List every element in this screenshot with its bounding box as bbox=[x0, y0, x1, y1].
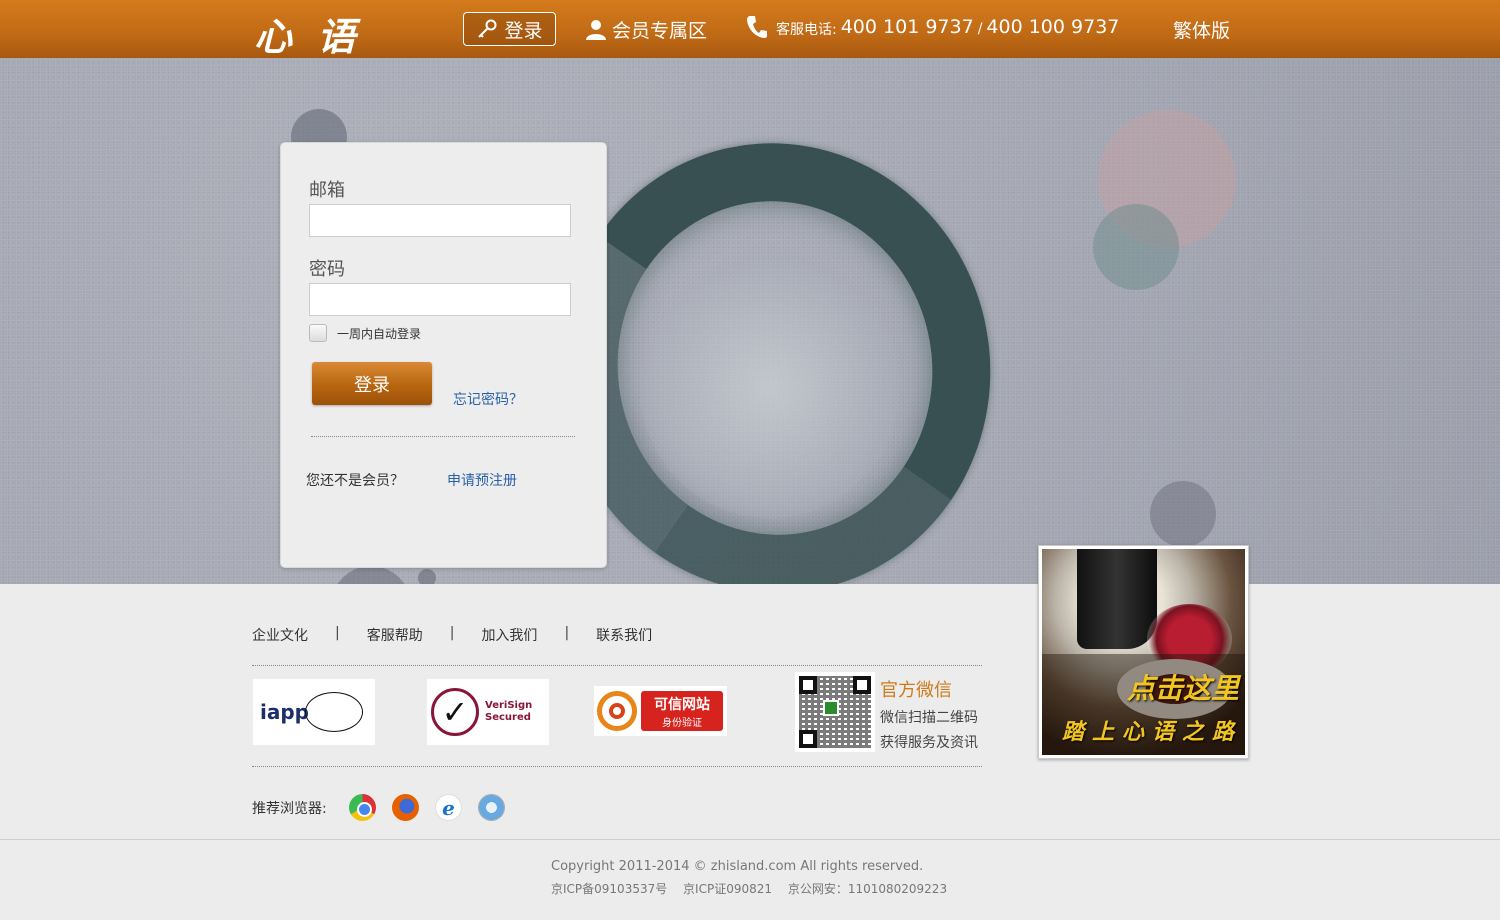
wechat-title: 官方微信 bbox=[880, 680, 952, 701]
qr-corner bbox=[799, 730, 817, 748]
promo-title: 点击这里 bbox=[1126, 672, 1239, 705]
remember-me[interactable]: 一周内自动登录 bbox=[309, 324, 421, 342]
promo-subtitle: 踏上心语之路 bbox=[1062, 719, 1243, 745]
chrome-icon[interactable] bbox=[349, 794, 376, 821]
footer-link-join[interactable]: 加入我们 bbox=[481, 625, 537, 645]
trusted-site-badge[interactable]: 可信网站 身份验证 bbox=[594, 686, 727, 736]
wechat-logo-icon bbox=[823, 700, 839, 716]
footer-divider-bottom bbox=[252, 766, 982, 767]
footer-link-contact[interactable]: 联系我们 bbox=[596, 625, 652, 645]
footer-link-culture[interactable]: 企业文化 bbox=[252, 625, 308, 645]
iapp-logo-text: iapp bbox=[260, 700, 309, 724]
verisign-line1: VeriSign bbox=[485, 700, 533, 711]
checkmark-icon: ✓ bbox=[431, 688, 479, 736]
login-panel: 邮箱 密码 一周内自动登录 登录 忘记密码？ 您还不是会员？ 申请预注册 bbox=[280, 142, 607, 568]
ie-icon[interactable]: e bbox=[435, 794, 462, 821]
password-field[interactable] bbox=[309, 283, 571, 316]
footer-divider-top bbox=[252, 665, 982, 666]
footer-link-separator: | bbox=[335, 625, 340, 641]
trusted-line1: 可信网站 bbox=[654, 696, 710, 713]
panel-divider bbox=[311, 436, 575, 437]
top-header: 心 语 登录 会员专属区 客服电话: 400 101 9737 / 400 10… bbox=[0, 0, 1500, 61]
iapp-ring-icon bbox=[304, 692, 363, 732]
forgot-password-link[interactable]: 忘记密码？ bbox=[453, 389, 523, 409]
verisign-badge[interactable]: ✓ VeriSign Secured bbox=[427, 679, 549, 745]
iapp-badge[interactable]: iapp bbox=[253, 679, 375, 745]
qr-corner bbox=[853, 676, 871, 694]
pre-register-link[interactable]: 申请预注册 bbox=[447, 470, 517, 490]
header-login-label: 登录 bbox=[504, 19, 543, 42]
phone-icon bbox=[747, 16, 767, 38]
copyright-text: Copyright 2011-2014 © zhisland.com All r… bbox=[551, 859, 924, 874]
phone-number-2: 400 100 9737 bbox=[986, 16, 1120, 38]
not-member-text: 您还不是会员？ bbox=[306, 473, 404, 489]
trusted-site-label: 可信网站 身份验证 bbox=[641, 691, 723, 731]
member-area-label: 会员专属区 bbox=[612, 20, 708, 42]
wechat-line1: 微信扫描二维码 bbox=[880, 710, 978, 726]
login-submit-button[interactable]: 登录 bbox=[312, 362, 432, 405]
footer-links: 企业文化 | 客服帮助 | 加入我们 | 联系我们 bbox=[252, 625, 652, 645]
wechat-qr-code bbox=[795, 672, 875, 752]
traditional-chinese-link[interactable]: 繁体版 bbox=[1173, 16, 1230, 43]
qr-corner bbox=[799, 676, 817, 694]
email-field[interactable] bbox=[309, 204, 571, 237]
teapot-graphic bbox=[1077, 549, 1157, 649]
hero-background bbox=[0, 58, 1500, 584]
header-login-button[interactable]: 登录 bbox=[463, 12, 556, 46]
phone-number-1: 400 101 9737 bbox=[840, 16, 974, 38]
remember-checkbox[interactable] bbox=[309, 324, 327, 342]
trusted-line2: 身份验证 bbox=[662, 717, 702, 729]
service-phone: 客服电话: 400 101 9737 / 400 100 9737 bbox=[746, 15, 1119, 39]
email-label: 邮箱 bbox=[309, 180, 345, 201]
phone-separator: / bbox=[977, 21, 983, 37]
decor-circle bbox=[1093, 204, 1179, 290]
footer-link-separator: | bbox=[564, 625, 570, 641]
icp-license-text: 京ICP备09103537号 京ICP证090821 京公网安：11010802… bbox=[551, 882, 948, 896]
ink-brush-glow bbox=[640, 258, 900, 518]
site-logo[interactable]: 心 语 bbox=[254, 6, 361, 61]
trusted-site-icon bbox=[597, 691, 637, 731]
recommended-browsers-label: 推荐浏览器: bbox=[252, 801, 327, 817]
promo-image: 点击这里 踏上心语之路 bbox=[1042, 549, 1245, 755]
phone-label: 客服电话: bbox=[776, 22, 837, 38]
footer-link-help[interactable]: 客服帮助 bbox=[367, 625, 423, 645]
wechat-line2: 获得服务及资讯 bbox=[880, 735, 978, 751]
page-bottom-divider bbox=[0, 839, 1500, 840]
verisign-line2: Secured bbox=[485, 712, 531, 723]
key-icon bbox=[478, 19, 497, 38]
decor-circle bbox=[418, 569, 436, 584]
promo-banner[interactable]: 点击这里 踏上心语之路 bbox=[1038, 545, 1249, 759]
remember-label: 一周内自动登录 bbox=[337, 326, 422, 341]
verisign-text: VeriSign Secured bbox=[485, 700, 532, 724]
firefox-icon[interactable] bbox=[392, 794, 419, 821]
footer-link-separator: | bbox=[449, 625, 455, 641]
safari-icon[interactable] bbox=[478, 794, 505, 821]
password-label: 密码 bbox=[309, 259, 345, 280]
user-icon bbox=[586, 19, 606, 40]
decor-circle bbox=[1150, 481, 1216, 547]
member-area-link[interactable]: 会员专属区 bbox=[585, 16, 707, 43]
